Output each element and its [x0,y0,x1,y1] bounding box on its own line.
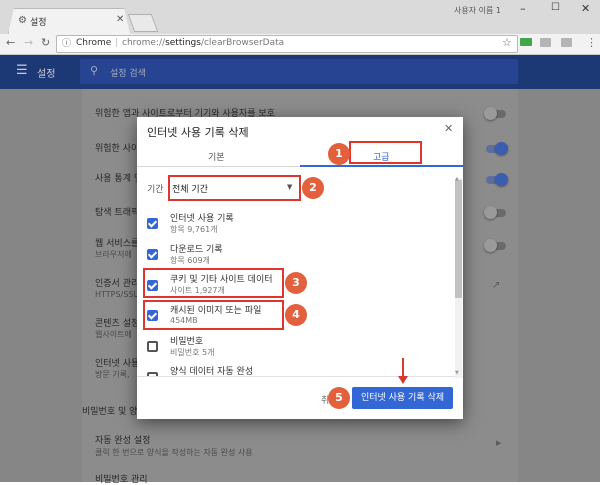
search-icon: ⚲ [90,64,99,77]
bookmark-star-icon[interactable]: ☆ [502,36,512,49]
hamburger-menu-icon[interactable]: ☰ [16,63,28,78]
dialog-footer-divider [137,376,463,377]
menu-kebab-icon[interactable]: ⋮ [586,36,597,49]
password-row-title[interactable]: 비밀번호 관리 [95,472,148,485]
step-badge: 2 [302,177,324,199]
tab-title: 설정 [30,18,47,28]
page-info-icon[interactable]: ⓘ [62,36,71,49]
forward-icon[interactable]: → [24,36,33,49]
pointer-arrow-shaft [402,358,404,378]
setting-row-label: 콘텐츠 설정 [95,319,140,329]
setting-row-label: 인터넷 사용 [95,359,140,369]
toggle-switch[interactable] [486,142,508,155]
omnibox-divider: | [115,38,119,48]
toggle-switch[interactable] [484,206,506,219]
url-host: chrome:// [122,38,166,48]
clear-data-button[interactable]: 인터넷 사용 기록 삭제 [352,387,453,409]
highlight-box-advanced-tab [349,141,422,164]
step-badge: 1 [328,143,350,165]
maximize-icon[interactable]: ☐ [551,2,560,13]
highlight-box-cache [143,300,284,330]
reload-icon[interactable]: ↻ [41,36,50,49]
scrollbar-thumb[interactable] [455,180,462,298]
pointer-arrow-icon [398,376,408,384]
checkbox-history[interactable] [147,218,158,229]
toggle-switch[interactable] [486,173,508,186]
step-badge: 3 [285,272,307,294]
highlight-box-cookies [143,268,284,298]
scroll-up-icon[interactable]: ▲ [455,176,459,182]
omnibox-url[interactable]: chrome://settings/clearBrowserData [122,38,284,48]
item-sub: 항목 9,761개 [170,225,218,234]
setting-row-label: 인증서 관리 [95,279,140,289]
checkbox-passwords[interactable] [147,341,158,352]
clipped-item: 양식 데이터 자동 완성 [137,364,453,376]
setting-row-label: 사용 통계 및 [95,174,143,184]
omnibox-scheme: Chrome [76,38,112,48]
dialog-close-icon[interactable]: ✕ [444,122,453,135]
url-path: settings [165,38,201,48]
setting-row-sub: 브라우저에 [95,250,132,259]
step-badge: 4 [285,304,307,326]
setting-row-sub: 방문 기록, [95,370,130,379]
setting-row-sub: HTTPS/SSL [95,290,138,299]
setting-row-sub: 웹사이트에 [95,330,132,339]
scroll-down-icon[interactable]: ▼ [455,370,459,376]
dialog-title: 인터넷 사용 기록 삭제 [147,126,249,139]
item-title: 비밀번호 [170,337,204,347]
extension-icon[interactable] [520,38,532,46]
item-title: 다운로드 기록 [170,245,223,255]
toggle-switch[interactable] [484,239,506,252]
autofill-row-title[interactable]: 자동 완성 설정 [95,433,150,446]
tab-basic[interactable]: 기본 [208,150,225,163]
item-sub: 항목 609개 [170,256,210,265]
close-tab-icon[interactable]: ✕ [116,14,124,25]
setting-row-label: 탐색 트래픽 [95,208,140,218]
minimize-icon[interactable]: – [520,2,526,15]
checkbox-downloads[interactable] [147,249,158,260]
item-title: 인터넷 사용 기록 [170,214,234,224]
search-placeholder: 설정 검색 [110,69,146,79]
item-title: 양식 데이터 자동 완성 [170,367,254,376]
setting-row-label: 웹 서비스를 [95,239,140,249]
gear-icon: ⚙ [18,15,27,26]
window-user-name: 사용자 이름 1 [454,6,501,15]
url-rest: /clearBrowserData [200,38,285,48]
autofill-row-sub: 클릭 한 번으로 양식을 작성하는 자동 완성 사용 [95,448,253,457]
item-sub: 비밀번호 5개 [170,348,215,357]
highlight-box-period [168,175,301,201]
tab-active-indicator [300,165,463,167]
step-badge: 5 [328,387,350,409]
external-link-icon[interactable]: ↗ [492,280,500,291]
setting-row-label: 위험한 사이 [95,144,140,154]
toggle-switch[interactable] [484,107,506,120]
period-label: 기간 [147,185,164,195]
window-close-icon[interactable]: ✕ [581,2,590,15]
settings-title: 설정 [37,69,56,80]
arrow-right-icon: ▶ [496,439,502,447]
extension-icon-2[interactable] [540,38,551,47]
back-icon[interactable]: ← [6,36,15,49]
extension-icon-3[interactable] [561,38,572,47]
